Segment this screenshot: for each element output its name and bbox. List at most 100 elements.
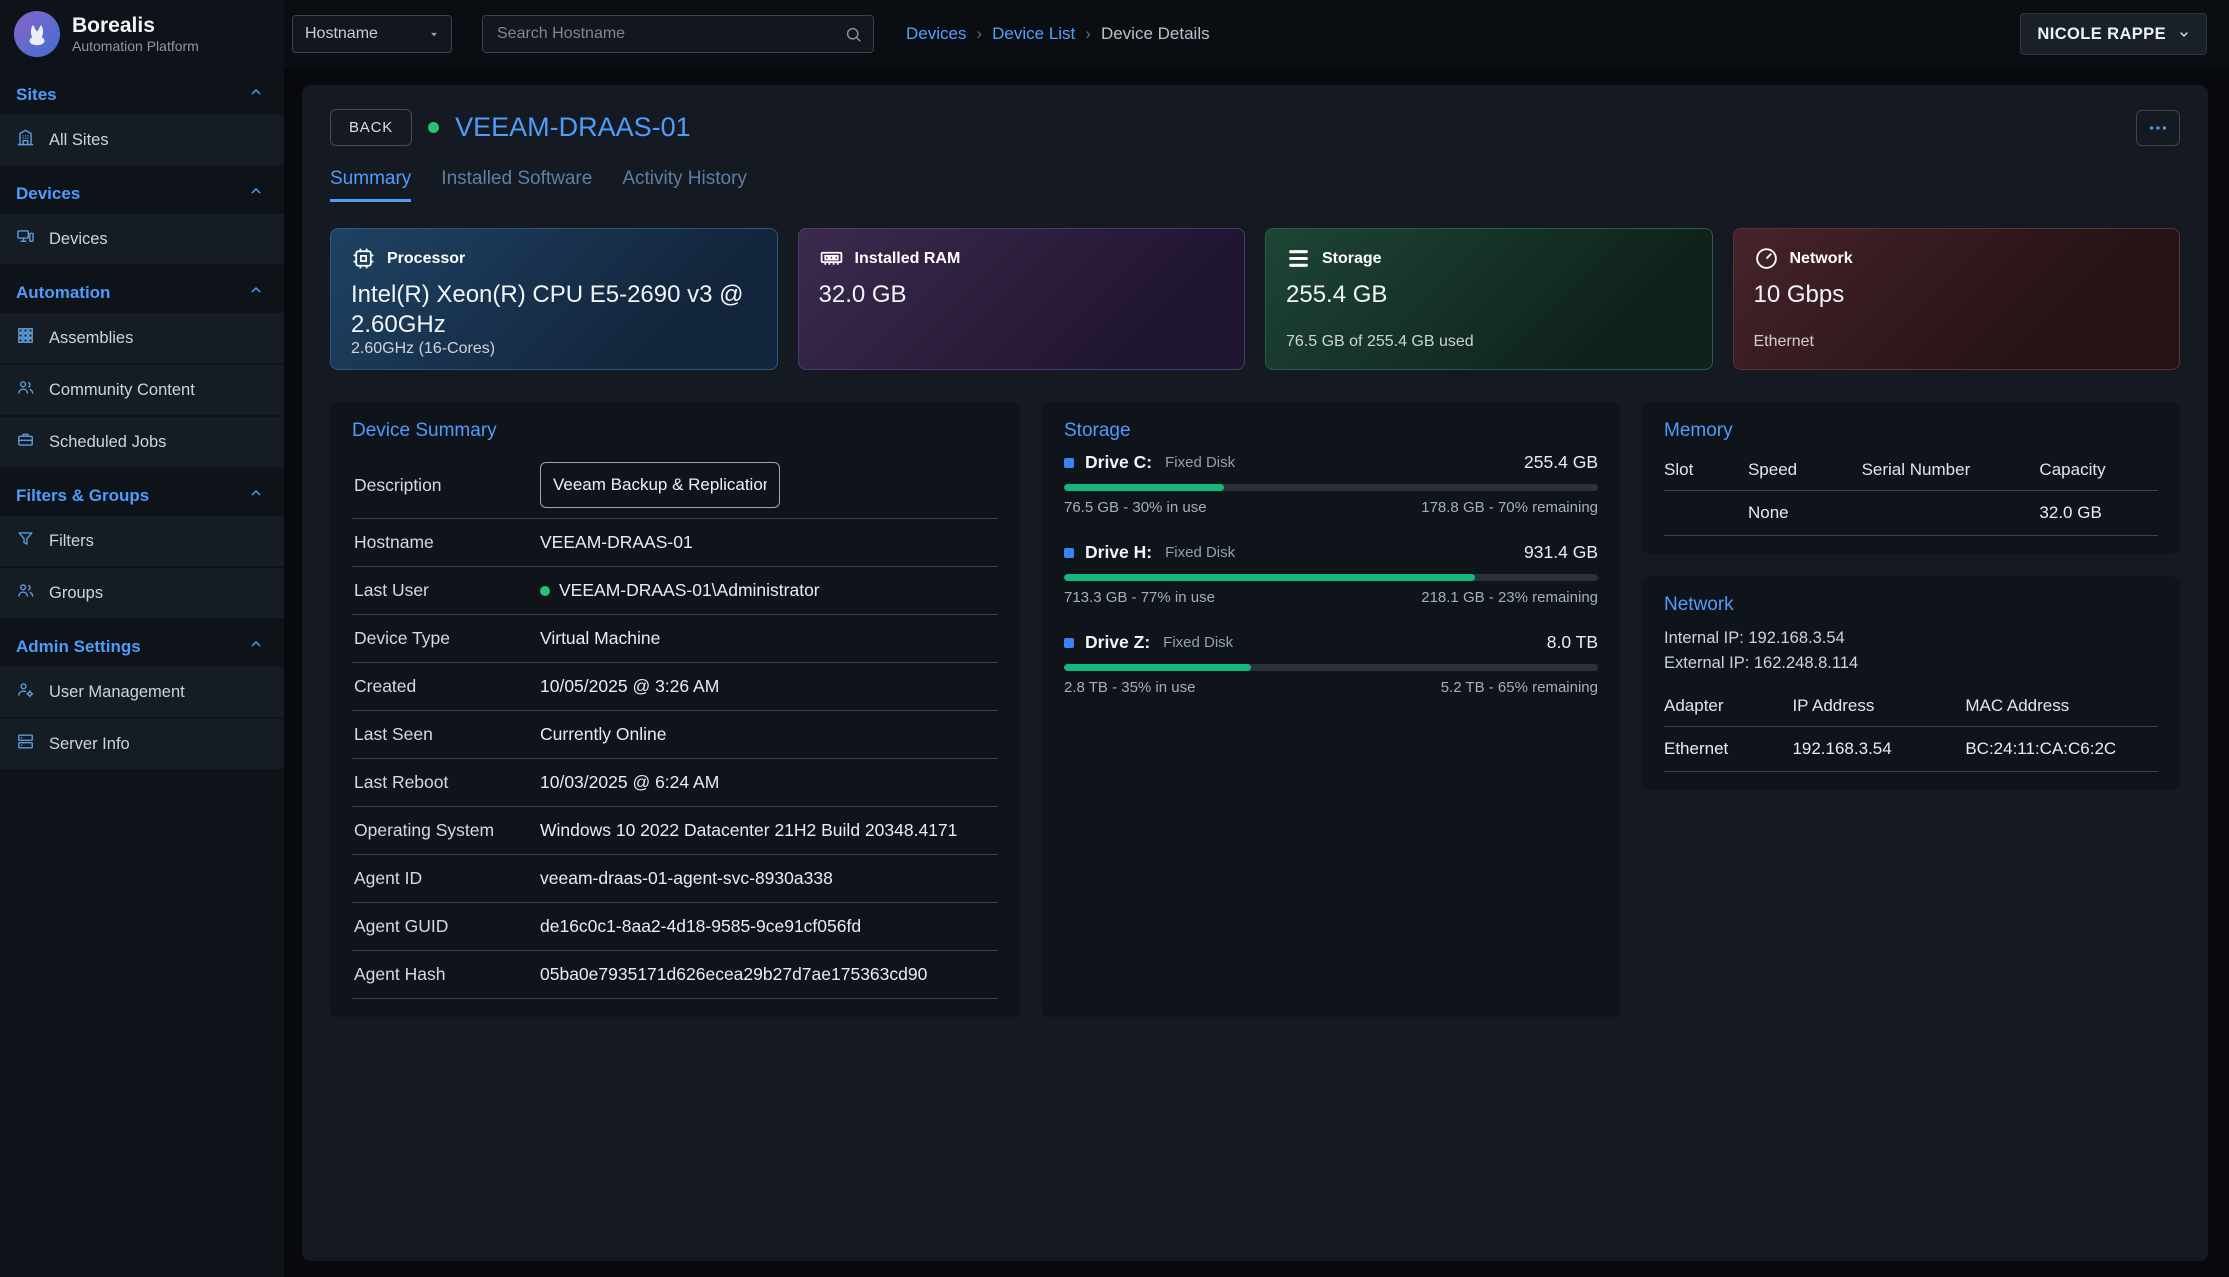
section-collapse-toggle[interactable] bbox=[248, 636, 264, 657]
people-icon bbox=[16, 378, 35, 402]
breadcrumb-device-list[interactable]: Device List bbox=[992, 24, 1075, 44]
storage-footer: 76.5 GB of 255.4 GB used bbox=[1286, 333, 1692, 352]
storage-stack-icon bbox=[1286, 246, 1311, 271]
hostname-filter-select[interactable]: Hostname bbox=[292, 15, 452, 53]
summary-value-text: de16c0c1-8aa2-4d18-9585-9ce91cf056fd bbox=[540, 916, 861, 937]
devices-icon bbox=[16, 227, 35, 246]
summary-label: Device Type bbox=[354, 628, 540, 649]
summary-value: VEEAM-DRAAS-01\Administrator bbox=[540, 580, 820, 601]
drive-size: 931.4 GB bbox=[1524, 542, 1598, 563]
summary-value-text: veeam-draas-01-agent-svc-8930a338 bbox=[540, 868, 833, 889]
section-collapse-toggle[interactable] bbox=[248, 183, 264, 204]
table-head: AdapterIP AddressMAC Address bbox=[1664, 688, 2158, 727]
drive-usage-fill bbox=[1064, 574, 1475, 581]
search-input[interactable] bbox=[495, 24, 844, 44]
brand-text: Borealis Automation Platform bbox=[72, 14, 199, 54]
section-collapse-toggle[interactable] bbox=[248, 485, 264, 506]
summary-value: 05ba0e7935171d626ecea29b27d7ae175363cd90 bbox=[540, 964, 927, 985]
sidebar-section-filters-groups[interactable]: Filters & Groups bbox=[0, 469, 284, 516]
summary-value-text: VEEAM-DRAAS-01\Administrator bbox=[559, 580, 820, 601]
sidebar-item-community-content[interactable]: Community Content bbox=[0, 365, 284, 415]
table-cell: 32.0 GB bbox=[2039, 491, 2158, 536]
section-collapse-toggle[interactable] bbox=[248, 282, 264, 303]
summary-label: Operating System bbox=[354, 820, 540, 841]
memory-table: SlotSpeedSerial NumberCapacityNone32.0 G… bbox=[1664, 452, 2158, 536]
drive-usage-bar bbox=[1064, 484, 1598, 491]
user-menu-button[interactable]: NICOLE RAPPE bbox=[2020, 13, 2207, 55]
breadcrumb-devices[interactable]: Devices bbox=[906, 24, 966, 44]
sidebar-item-filters[interactable]: Filters bbox=[0, 516, 284, 566]
drive-usage-text: 713.3 GB - 77% in use218.1 GB - 23% rema… bbox=[1064, 589, 1598, 606]
summary-value: de16c0c1-8aa2-4d18-9585-9ce91cf056fd bbox=[540, 916, 861, 937]
topbar: Hostname Devices›Device List›Device Deta… bbox=[284, 0, 2229, 68]
breadcrumb-separator: › bbox=[976, 24, 982, 44]
network-value: 10 Gbps bbox=[1754, 280, 2160, 310]
sidebar-section-sites[interactable]: Sites bbox=[0, 68, 284, 115]
back-button[interactable]: BACK bbox=[330, 109, 412, 146]
sidebar-section-label: Devices bbox=[16, 184, 80, 204]
sidebar: Borealis Automation Platform Sites All Si… bbox=[0, 0, 284, 1277]
drive-used-text: 713.3 GB - 77% in use bbox=[1064, 589, 1215, 606]
summary-row-operating-system: Operating SystemWindows 10 2022 Datacent… bbox=[352, 807, 998, 855]
summary-value-text: 10/03/2025 @ 6:24 AM bbox=[540, 772, 719, 793]
sidebar-section-label: Sites bbox=[16, 85, 57, 105]
sidebar-item-user-management[interactable]: User Management bbox=[0, 667, 284, 717]
memory-panel: Memory SlotSpeedSerial NumberCapacityNon… bbox=[1642, 402, 2180, 554]
tab-activity-history[interactable]: Activity History bbox=[622, 168, 747, 202]
drive-usage-fill bbox=[1064, 484, 1224, 491]
device-name: VEEAM-DRAAS-01 bbox=[455, 112, 691, 143]
more-options-button[interactable] bbox=[2136, 110, 2180, 146]
drive-type: Fixed Disk bbox=[1163, 634, 1233, 651]
ram-value: 32.0 GB bbox=[819, 280, 1225, 310]
summary-value: veeam-draas-01-agent-svc-8930a338 bbox=[540, 868, 833, 889]
sidebar-item-devices[interactable]: Devices bbox=[0, 214, 284, 264]
filter-icon bbox=[16, 529, 35, 553]
building-icon bbox=[16, 128, 35, 147]
brand-subtitle: Automation Platform bbox=[72, 38, 199, 54]
network-footer: Ethernet bbox=[1754, 333, 2160, 352]
drive-header: Drive C:Fixed Disk255.4 GB bbox=[1064, 452, 1598, 473]
sidebar-item-groups[interactable]: Groups bbox=[0, 568, 284, 618]
breadcrumb-separator: › bbox=[1085, 24, 1091, 44]
network-card: Network 10 Gbps Ethernet bbox=[1733, 228, 2181, 370]
sidebar-item-server-info[interactable]: Server Info bbox=[0, 719, 284, 769]
sidebar-nav: Sites All Sites Devices Devices Automation As… bbox=[0, 68, 284, 771]
hostname-filter-value: Hostname bbox=[305, 25, 378, 43]
sidebar-section-automation[interactable]: Automation bbox=[0, 266, 284, 313]
summary-label: Hostname bbox=[354, 532, 540, 553]
table-cell: Ethernet bbox=[1664, 726, 1792, 771]
sidebar-section-admin-settings[interactable]: Admin Settings bbox=[0, 620, 284, 667]
borealis-logo-icon bbox=[14, 11, 60, 57]
tab-summary[interactable]: Summary bbox=[330, 168, 411, 202]
section-collapse-toggle[interactable] bbox=[248, 84, 264, 105]
user-gear-icon bbox=[16, 680, 35, 704]
summary-value-text: Virtual Machine bbox=[540, 628, 660, 649]
sidebar-section-devices[interactable]: Devices bbox=[0, 167, 284, 214]
column-header-adapter: Adapter bbox=[1664, 688, 1792, 727]
drive-block-drive-z: Drive Z:Fixed Disk8.0 TB2.8 TB - 35% in … bbox=[1064, 632, 1598, 696]
drive-type: Fixed Disk bbox=[1165, 454, 1235, 471]
tab-installed-software[interactable]: Installed Software bbox=[441, 168, 592, 202]
summary-value: Windows 10 2022 Datacenter 21H2 Build 20… bbox=[540, 820, 957, 841]
brand[interactable]: Borealis Automation Platform bbox=[0, 0, 284, 68]
storage-panel: Storage Drive C:Fixed Disk255.4 GB76.5 G… bbox=[1042, 402, 1620, 1017]
search-box[interactable] bbox=[482, 15, 874, 53]
table-row: None32.0 GB bbox=[1664, 491, 2158, 536]
description-input[interactable] bbox=[540, 462, 780, 508]
drive-bullet-icon bbox=[1064, 458, 1074, 468]
breadcrumb: Devices›Device List›Device Details bbox=[906, 24, 1210, 44]
network-table: AdapterIP AddressMAC AddressEthernet192.… bbox=[1664, 688, 2158, 772]
ram-icon bbox=[819, 246, 844, 271]
drive-size: 8.0 TB bbox=[1547, 632, 1598, 653]
summary-value: Virtual Machine bbox=[540, 628, 660, 649]
cpu-icon bbox=[351, 246, 376, 271]
server-icon bbox=[16, 732, 35, 756]
sidebar-item-assemblies[interactable]: Assemblies bbox=[0, 313, 284, 363]
processor-card: Processor Intel(R) Xeon(R) CPU E5-2690 v… bbox=[330, 228, 778, 370]
device-summary-panel: Device Summary Description HostnameVEEAM… bbox=[330, 402, 1020, 1017]
drive-usage-bar bbox=[1064, 664, 1598, 671]
sidebar-item-scheduled-jobs[interactable]: Scheduled Jobs bbox=[0, 417, 284, 467]
sidebar-section-label: Automation bbox=[16, 283, 110, 303]
sidebar-item-all-sites[interactable]: All Sites bbox=[0, 115, 284, 165]
chevron-up-icon bbox=[248, 183, 264, 199]
